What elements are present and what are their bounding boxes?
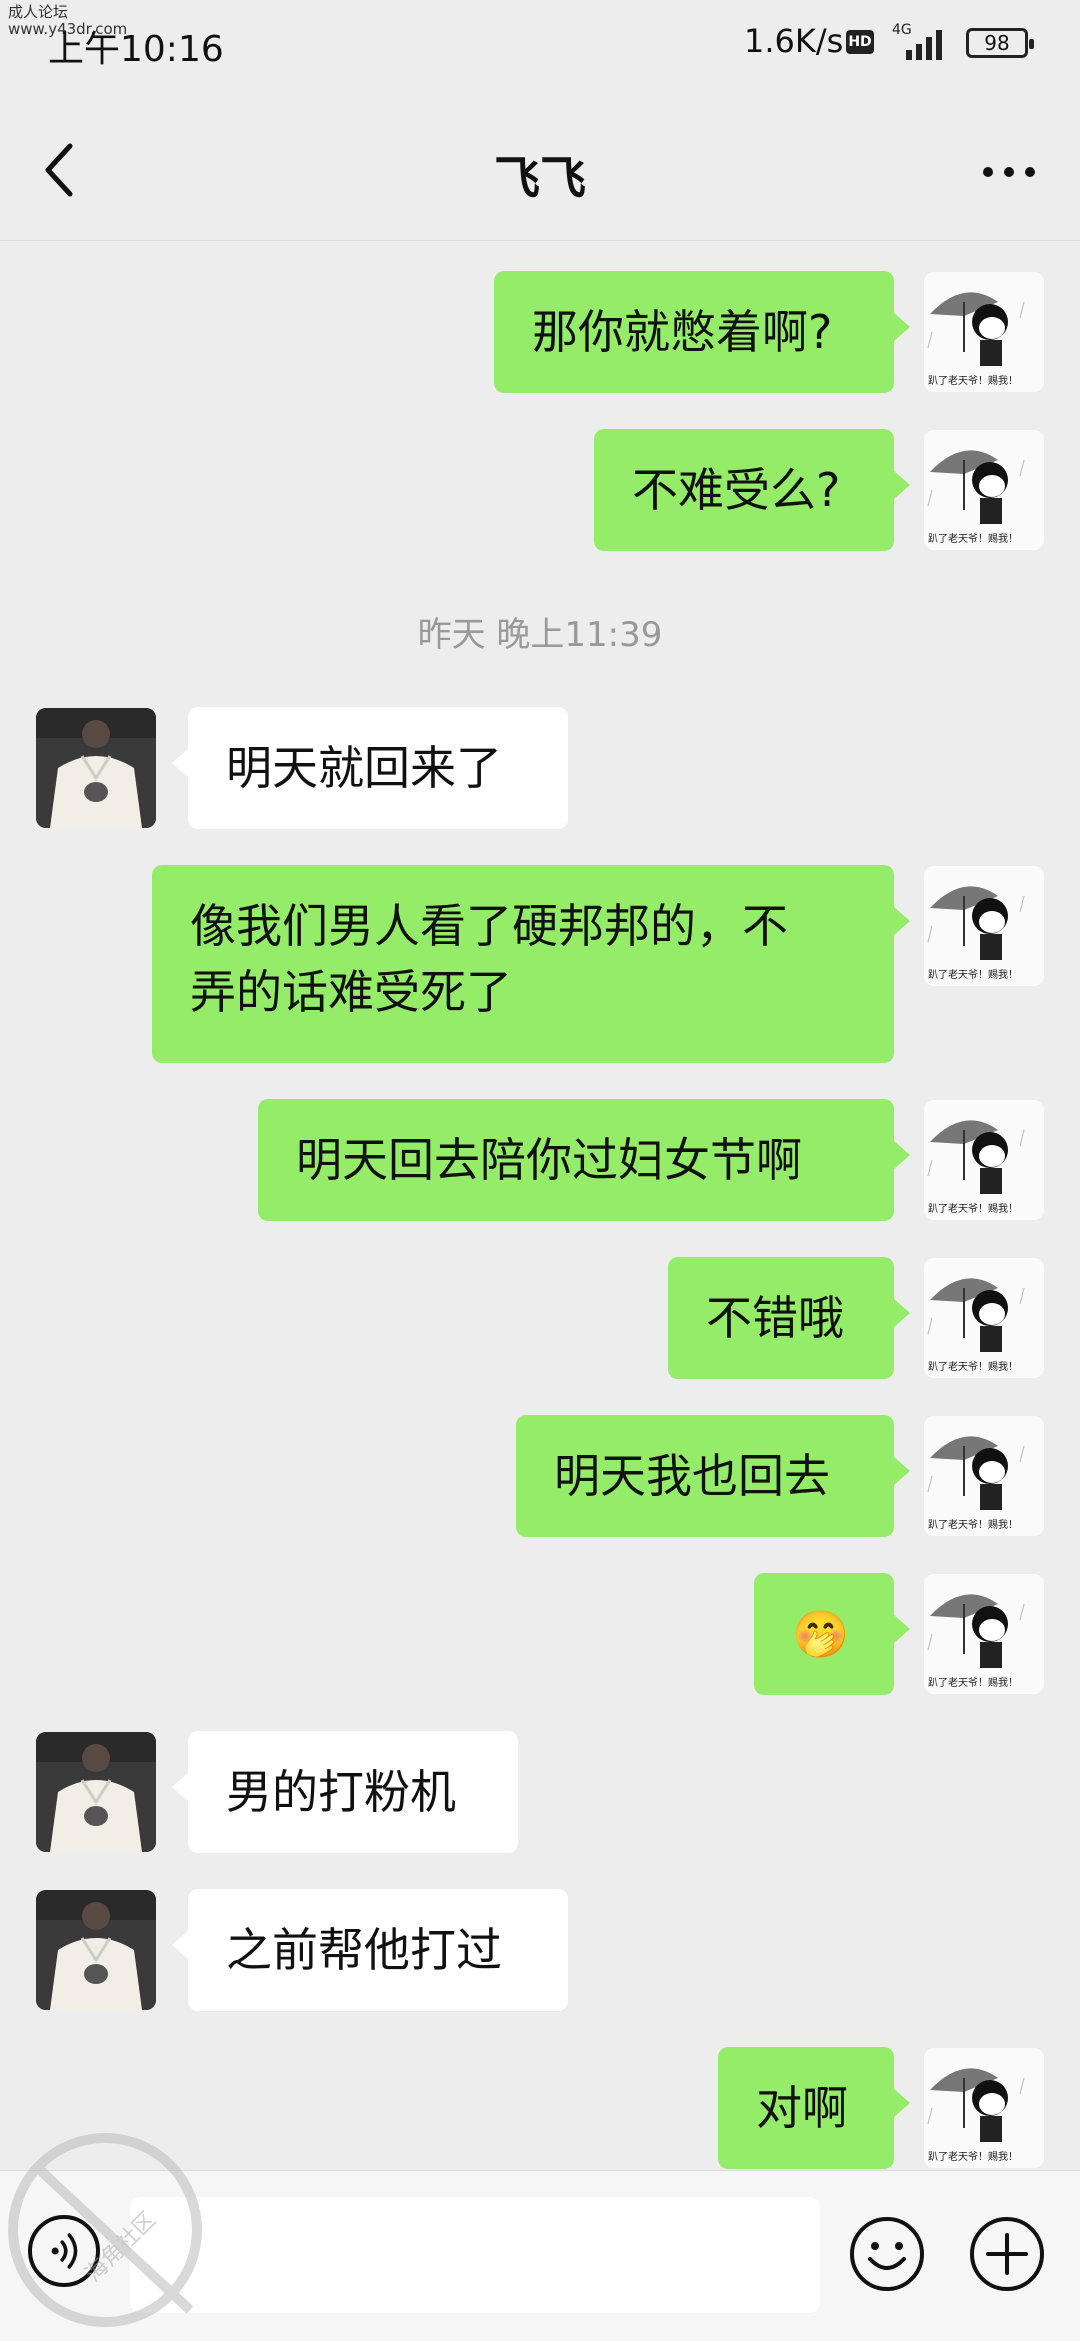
battery-icon: 98 xyxy=(966,28,1034,58)
contact-photo-icon xyxy=(36,1732,156,1852)
contact-avatar[interactable] xyxy=(36,1890,156,2010)
add-attachment-icon[interactable] xyxy=(968,2215,1046,2293)
my-avatar[interactable]: 趴了老天爷！赐我！ xyxy=(924,1100,1044,1220)
contact-avatar[interactable] xyxy=(36,708,156,828)
received-message-bubble[interactable]: 之前帮他打过 xyxy=(172,1889,568,2011)
avatar-caption: 趴了老天爷！赐我！ xyxy=(928,1676,1018,1689)
sent-message-row: 趴了老天爷！赐我！ 明天我也回去 xyxy=(0,1415,1080,1537)
sent-message-row: 趴了老天爷！赐我！ 不错哦 xyxy=(0,1257,1080,1379)
contact-photo-icon xyxy=(36,1890,156,2010)
meme-avatar-icon: 趴了老天爷！赐我！ xyxy=(924,1574,1044,1694)
watermark-logo: 海角社区 xyxy=(8,2133,202,2327)
sent-message-bubble[interactable]: 像我们男人看了硬邦邦的，不 弄的话难受死了 xyxy=(152,865,910,1063)
emoji-icon[interactable] xyxy=(848,2215,926,2293)
network-speed: 1.6K/s xyxy=(744,22,844,60)
sent-message-bubble[interactable]: 不难受么? xyxy=(594,429,910,551)
chat-header: 飞飞 xyxy=(0,90,1080,241)
avatar-caption: 趴了老天爷！赐我！ xyxy=(928,1518,1018,1531)
chat-messages: 趴了老天爷！赐我！ 那你就憋着啊? 趴了老天爷！赐我！ 不难受么? 昨天 晚上11:39… xyxy=(0,241,1080,2171)
avatar-caption: 趴了老天爷！赐我！ xyxy=(928,1202,1018,1215)
received-message-bubble[interactable]: 男的打粉机 xyxy=(172,1731,518,1853)
sent-message-bubble[interactable]: 明天回去陪你过妇女节啊 xyxy=(258,1099,910,1221)
my-avatar[interactable]: 趴了老天爷！赐我！ xyxy=(924,272,1044,392)
meme-avatar-icon: 趴了老天爷！赐我！ xyxy=(924,430,1044,550)
sent-message-bubble[interactable]: 不错哦 xyxy=(668,1257,910,1379)
meme-avatar-icon: 趴了老天爷！赐我！ xyxy=(924,2048,1044,2168)
my-avatar[interactable]: 趴了老天爷！赐我！ xyxy=(924,866,1044,986)
received-message-row: 之前帮他打过 xyxy=(0,1889,1080,2011)
contact-photo-icon xyxy=(36,708,156,828)
watermark-line1: 成人论坛 xyxy=(8,3,69,21)
sent-message-row: 趴了老天爷！赐我！ 明天回去陪你过妇女节啊 xyxy=(0,1099,1080,1221)
more-options-icon[interactable] xyxy=(974,142,1044,202)
received-message-row: 男的打粉机 xyxy=(0,1731,1080,1853)
chat-title: 飞飞 xyxy=(494,151,586,205)
avatar-caption: 趴了老天爷！赐我！ xyxy=(928,374,1018,387)
avatar-caption: 趴了老天爷！赐我！ xyxy=(928,2150,1018,2163)
meme-avatar-icon: 趴了老天爷！赐我！ xyxy=(924,866,1044,986)
received-message-row: 明天就回来了 xyxy=(0,707,1080,829)
sent-message-row: 趴了老天爷！赐我！ 那你就憋着啊? xyxy=(0,271,1080,393)
sent-message-row: 趴了老天爷！赐我！ 🤭 xyxy=(0,1573,1080,1695)
my-avatar[interactable]: 趴了老天爷！赐我！ xyxy=(924,1258,1044,1378)
meme-avatar-icon: 趴了老天爷！赐我！ xyxy=(924,1100,1044,1220)
my-avatar[interactable]: 趴了老天爷！赐我！ xyxy=(924,1574,1044,1694)
timestamp: 昨天 晚上11:39 xyxy=(417,615,663,655)
signal-icon xyxy=(906,30,942,60)
avatar-caption: 趴了老天爷！赐我！ xyxy=(928,1360,1018,1373)
sent-message-row: 趴了老天爷！赐我！ 像我们男人看了硬邦邦的，不 弄的话难受死了 xyxy=(0,865,1080,1063)
sent-message-bubble[interactable]: 对啊 xyxy=(718,2047,910,2169)
status-bar: 成人论坛 www.y43dr.com 上午10:16 1.6K/s HD 4G … xyxy=(0,0,1080,90)
status-time: 上午10:16 xyxy=(48,29,224,70)
my-avatar[interactable]: 趴了老天爷！赐我！ xyxy=(924,1416,1044,1536)
meme-avatar-icon: 趴了老天爷！赐我！ xyxy=(924,1258,1044,1378)
sent-message-row: 趴了老天爷！赐我！ 不难受么? xyxy=(0,429,1080,551)
contact-avatar[interactable] xyxy=(36,1732,156,1852)
avatar-caption: 趴了老天爷！赐我！ xyxy=(928,968,1018,981)
received-message-bubble[interactable]: 明天就回来了 xyxy=(172,707,568,829)
meme-avatar-icon: 趴了老天爷！赐我！ xyxy=(924,272,1044,392)
hd-icon: HD xyxy=(846,30,874,54)
my-avatar[interactable]: 趴了老天爷！赐我！ xyxy=(924,2048,1044,2168)
message-input[interactable] xyxy=(130,2197,820,2313)
my-avatar[interactable]: 趴了老天爷！赐我！ xyxy=(924,430,1044,550)
sent-message-bubble[interactable]: 那你就憋着啊? xyxy=(494,271,910,393)
avatar-caption: 趴了老天爷！赐我！ xyxy=(928,532,1018,545)
meme-avatar-icon: 趴了老天爷！赐我！ xyxy=(924,1416,1044,1536)
sent-message-bubble[interactable]: 明天我也回去 xyxy=(516,1415,910,1537)
sent-message-bubble[interactable]: 🤭 xyxy=(754,1573,910,1695)
